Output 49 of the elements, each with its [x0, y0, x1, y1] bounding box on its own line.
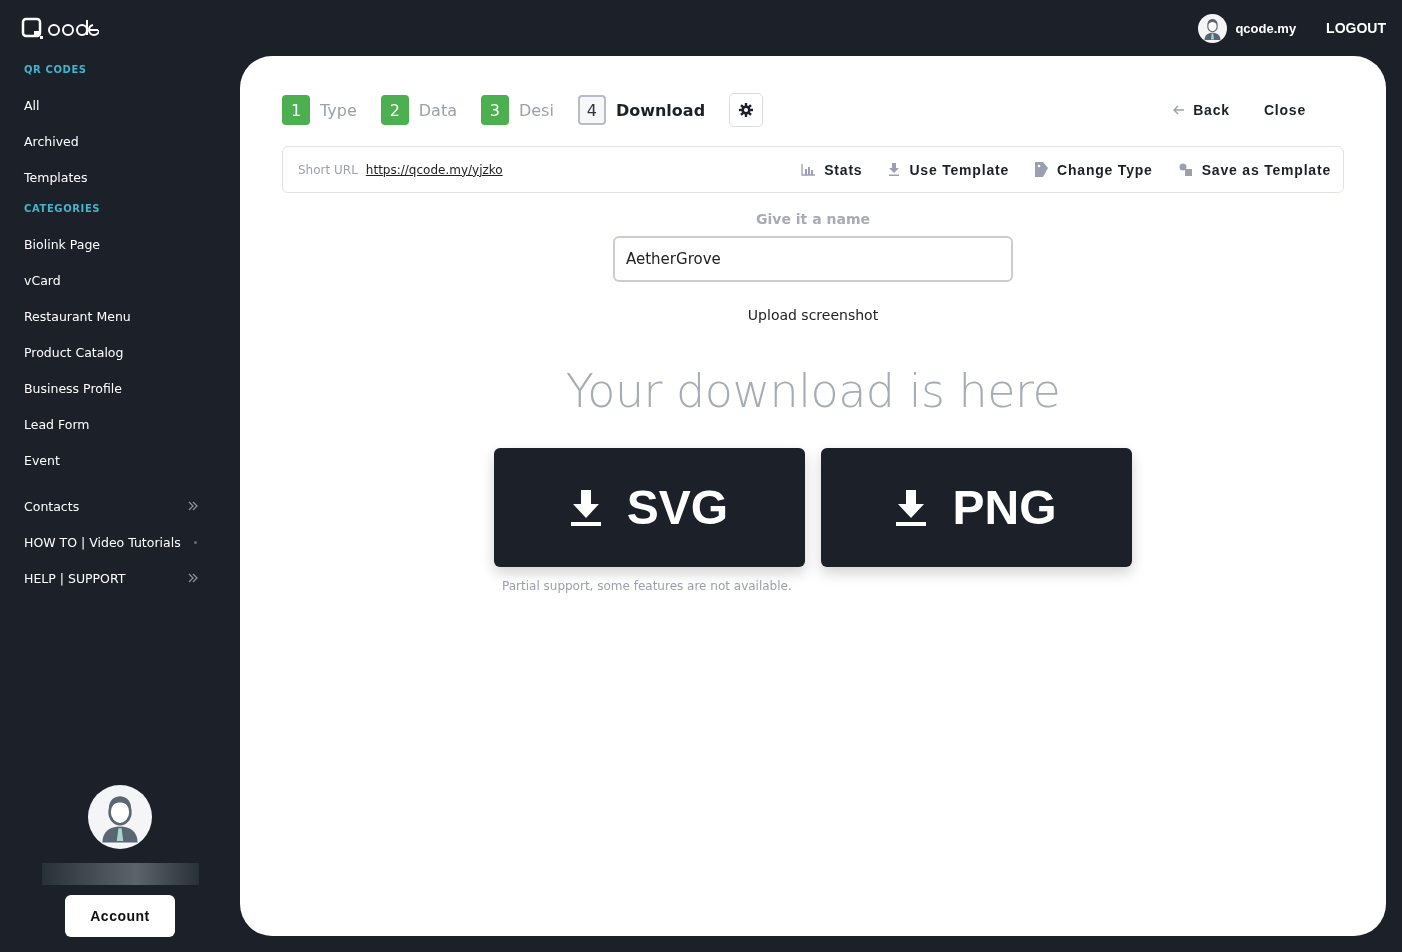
short-url-label: Short URL	[298, 162, 358, 177]
name-input-field[interactable]: AetherGrove	[613, 236, 1013, 282]
sidebar-item[interactable]: All	[24, 87, 198, 123]
sidebar-item[interactable]: Product Catalog	[24, 334, 198, 370]
tag-icon	[1035, 162, 1049, 177]
settings-icon	[739, 103, 754, 117]
account-button[interactable]: Account	[65, 895, 175, 937]
sidebar-item[interactable]: Archived	[24, 123, 198, 159]
step-tab[interactable]: 4 Download	[577, 95, 706, 125]
logout-button[interactable]: LOGOUT	[1326, 20, 1386, 36]
close-button[interactable]: Close	[1259, 98, 1310, 122]
user-menu[interactable]: qcode.my	[1198, 13, 1297, 43]
arrow-left-icon	[1173, 105, 1186, 115]
sidebar-item[interactable]: vCard	[24, 262, 198, 298]
back-button[interactable]: Back	[1169, 98, 1234, 122]
download-icon	[896, 489, 927, 526]
sidebar-item[interactable]: Event	[24, 442, 198, 478]
toolbar-button[interactable]: Change Type	[1035, 161, 1153, 178]
section-heading: QR CODES	[24, 64, 88, 75]
sidebar-item[interactable]: HOW TO | Video Tutorials	[24, 524, 198, 560]
avatar-icon	[1198, 13, 1228, 43]
avatar-icon	[88, 785, 152, 849]
download-icon	[570, 489, 601, 526]
logo-icon[interactable]	[21, 16, 99, 40]
double-chevron-icon	[188, 501, 198, 511]
shapes-icon	[1178, 163, 1193, 176]
support-note: Partial support, some features are not available.	[502, 579, 792, 593]
sidebar-item[interactable]: Lead Form	[24, 406, 198, 442]
sidebar-item[interactable]: Templates	[24, 159, 198, 195]
settings-button[interactable]	[729, 93, 764, 127]
toolbar-button[interactable]: Use Template	[888, 161, 1010, 178]
bar-chart-icon	[801, 163, 816, 176]
short-url-link[interactable]: https://qcode.my/yjzko	[365, 162, 503, 177]
download-heading: Your download is here	[565, 364, 1061, 418]
sidebar-item[interactable]: Restaurant Menu	[24, 298, 198, 334]
toolbar-button[interactable]: Save as Template	[1178, 161, 1331, 178]
sidebar-item[interactable]: HELP | SUPPORT	[24, 560, 198, 596]
sidebar-item[interactable]: Biolink Page	[24, 226, 198, 262]
upload-screenshot-link[interactable]: Upload screenshot	[741, 306, 885, 324]
download-button[interactable]: SVG	[494, 448, 805, 567]
download-button[interactable]: PNG	[821, 448, 1132, 567]
dot-icon	[194, 540, 197, 544]
toolbar-button[interactable]: Stats	[801, 161, 863, 178]
double-chevron-icon	[188, 573, 198, 583]
section-heading: CATEGORIES	[24, 203, 102, 214]
sidebar-item[interactable]: Business Profile	[24, 370, 198, 406]
download-icon	[888, 163, 901, 176]
field-label: Give it a name	[756, 211, 870, 227]
sidebar-item[interactable]: Contacts	[24, 488, 198, 524]
